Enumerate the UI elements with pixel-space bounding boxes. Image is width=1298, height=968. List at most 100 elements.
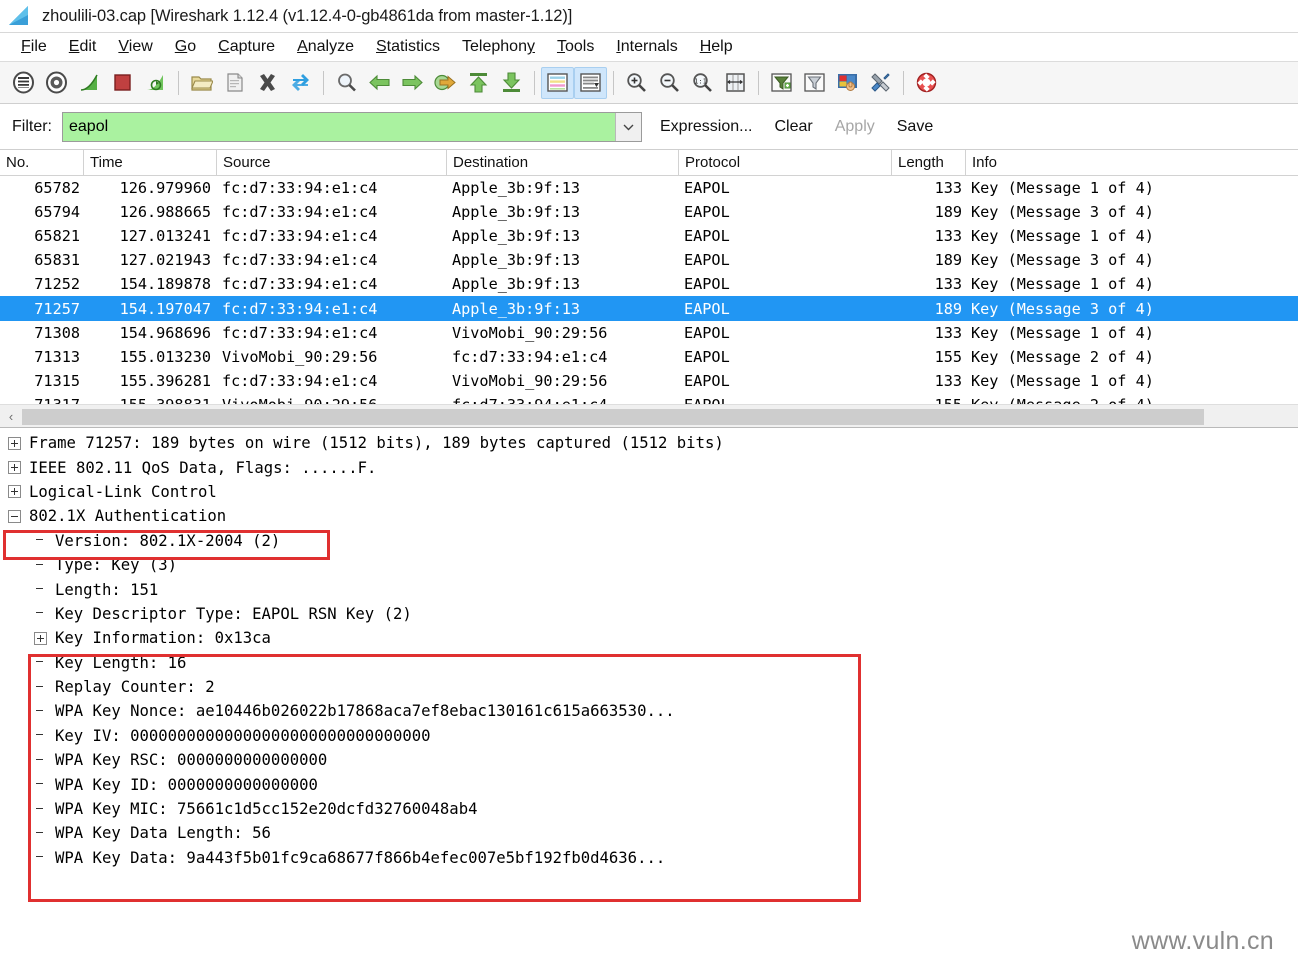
packet-cell-src: fc:d7:33:94:e1:c4 [222,323,378,342]
packet-cell-no: 65794 [34,203,80,222]
auto-scroll-icon[interactable] [574,66,607,99]
capture-filters-icon[interactable] [765,67,798,99]
expand-plus-icon[interactable] [8,485,21,499]
detail-tree-row[interactable]: WPA Key Data Length: 56 [0,821,1298,845]
detail-tree-row[interactable]: WPA Key RSC: 0000000000000000 [0,748,1298,772]
packet-row[interactable]: 71317155.398831VivoMobi_90:29:56fc:d7:33… [0,393,1298,404]
detail-tree-row[interactable]: Key Information: 0x13ca [0,626,1298,650]
packet-row[interactable]: 71313 155.013230 VivoMobi_90:29:56 fc:d7:33… [0,345,1298,369]
collapse-minus-icon[interactable] [8,509,21,523]
packet-cell-time: 127.021943 [119,251,211,270]
detail-tree-row[interactable]: Length: 151 [0,577,1298,601]
detail-tree-row[interactable]: Frame 71257: 189 bytes on wire (1512 bit… [0,431,1298,455]
detail-tree-row[interactable]: Type: Key (3) [0,553,1298,577]
packet-cell-no: 71317 [0,396,84,404]
packet-row[interactable]: 71257 154.197047 fc:d7:33:94:e1:c4 Apple_3b… [0,296,1298,321]
packet-cell-dst: Apple_3b:9f:13 [452,179,581,198]
detail-tree-row[interactable]: Replay Counter: 2 [0,675,1298,699]
detail-tree-row[interactable]: IEEE 802.11 QoS Data, Flags: ......F. [0,455,1298,479]
menu-statistics[interactable]: Statistics [365,36,451,58]
detail-tree-row[interactable]: 802.1X Authentication [0,504,1298,528]
packet-list-hscrollbar[interactable]: ‹ [0,404,1298,428]
zoom-reset-icon[interactable]: 1:1 [686,67,719,99]
clear-filter-button[interactable]: Clear [774,118,812,136]
menu-file[interactable]: File [10,36,58,58]
menu-tools[interactable]: Tools [546,36,605,58]
column-header-info[interactable]: Info [966,150,1298,176]
packet-detail-pane[interactable]: Frame 71257: 189 bytes on wire (1512 bit… [0,428,1298,968]
hscroll-track[interactable] [22,408,1298,425]
interfaces-icon[interactable] [7,67,40,99]
start-capture-icon[interactable] [73,67,106,99]
column-header-length[interactable]: Length [892,150,966,176]
detail-tree-row[interactable]: WPA Key Data: 9a443f5b01fc9ca68677f866b4… [0,846,1298,870]
menu-analyze[interactable]: Analyze [286,36,365,58]
find-packet-icon[interactable] [330,67,363,99]
detail-tree-row[interactable]: WPA Key MIC: 75661c1d5cc152e20dcfd327600… [0,797,1298,821]
menu-view[interactable]: View [107,36,163,58]
packet-cell-time: 154.968696 [119,323,211,342]
expand-plus-icon[interactable] [34,631,47,645]
packet-list-pane[interactable]: No. Time Source Destination Protocol Len… [0,150,1298,428]
capture-options-icon[interactable] [40,67,73,99]
detail-tree-row[interactable]: Key Length: 16 [0,651,1298,675]
column-header-no[interactable]: No. [0,150,84,176]
menu-capture[interactable]: Capture [207,36,286,58]
packet-row[interactable]: 71308 154.968696 fc:d7:33:94:e1:c4 VivoMobi… [0,321,1298,345]
packet-row[interactable]: 65782 126.979960 fc:d7:33:94:e1:c4 Apple_3b… [0,176,1298,200]
column-header-destination[interactable]: Destination [447,150,679,176]
detail-tree-row[interactable]: Logical-Link Control [0,480,1298,504]
detail-tree-row[interactable]: WPA Key ID: 0000000000000000 [0,772,1298,796]
detail-tree-label: Replay Counter: 2 [55,678,215,697]
close-file-icon[interactable] [251,67,284,99]
display-filter-input[interactable] [63,112,615,141]
menu-go[interactable]: Go [164,36,207,58]
column-header-protocol[interactable]: Protocol [679,150,892,176]
preferences-icon[interactable] [864,67,897,99]
packet-row[interactable]: 65821 127.013241 fc:d7:33:94:e1:c4 Apple_3b… [0,224,1298,248]
detail-tree-row[interactable]: Key IV: 00000000000000000000000000000000 [0,724,1298,748]
detail-tree-label: WPA Key Data Length: 56 [55,824,271,843]
filter-actions: Expression... Clear Apply Save [660,118,933,136]
open-file-icon[interactable] [185,67,218,99]
save-file-icon[interactable] [218,67,251,99]
go-to-first-icon[interactable] [462,67,495,99]
go-forward-icon[interactable] [396,67,429,99]
reload-icon[interactable] [284,67,317,99]
zoom-in-icon[interactable] [620,67,653,99]
go-back-icon[interactable] [363,67,396,99]
filter-input-wrapper[interactable] [62,111,642,142]
coloring-rules-icon[interactable] [831,67,864,99]
scroll-left-arrow-icon[interactable]: ‹ [0,406,22,428]
zoom-out-icon[interactable] [653,67,686,99]
column-header-source[interactable]: Source [217,150,447,176]
expression-button[interactable]: Expression... [660,118,752,136]
packet-row[interactable]: 65831 127.021943 fc:d7:33:94:e1:c4 Apple_3b… [0,248,1298,272]
resize-columns-icon[interactable] [719,67,752,99]
detail-tree-row[interactable]: Version: 802.1X-2004 (2) [0,529,1298,553]
go-to-last-icon[interactable] [495,67,528,99]
expand-plus-icon[interactable] [8,436,21,450]
chevron-down-icon[interactable] [615,112,641,141]
menu-edit[interactable]: Edit [58,36,108,58]
apply-filter-button[interactable]: Apply [835,118,875,136]
menu-telephony[interactable]: Telephony [451,36,546,58]
help-contents-icon[interactable] [910,67,943,99]
packet-cell-no: 71308 [34,323,80,342]
restart-capture-icon[interactable] [139,67,172,99]
column-header-time[interactable]: Time [84,150,217,176]
detail-tree-row[interactable]: WPA Key Nonce: ae10446b026022b17868aca7e… [0,699,1298,723]
expand-plus-icon[interactable] [8,461,21,475]
packet-row[interactable]: 71315 155.396281 fc:d7:33:94:e1:c4 VivoMobi… [0,369,1298,393]
packet-row[interactable]: 71252 154.189878 fc:d7:33:94:e1:c4 Apple_3b… [0,272,1298,296]
display-filters-icon[interactable] [798,67,831,99]
packet-row[interactable]: 65794 126.988665 fc:d7:33:94:e1:c4 Apple_3b… [0,200,1298,224]
save-filter-button[interactable]: Save [897,118,933,136]
stop-capture-icon[interactable] [106,67,139,99]
menu-help[interactable]: Help [689,36,744,58]
detail-tree-row[interactable]: Key Descriptor Type: EAPOL RSN Key (2) [0,602,1298,626]
menu-internals[interactable]: Internals [605,36,688,58]
hscroll-thumb[interactable] [22,408,1204,425]
go-to-packet-icon[interactable] [429,67,462,99]
colorize-packet-list-icon[interactable] [541,66,574,99]
